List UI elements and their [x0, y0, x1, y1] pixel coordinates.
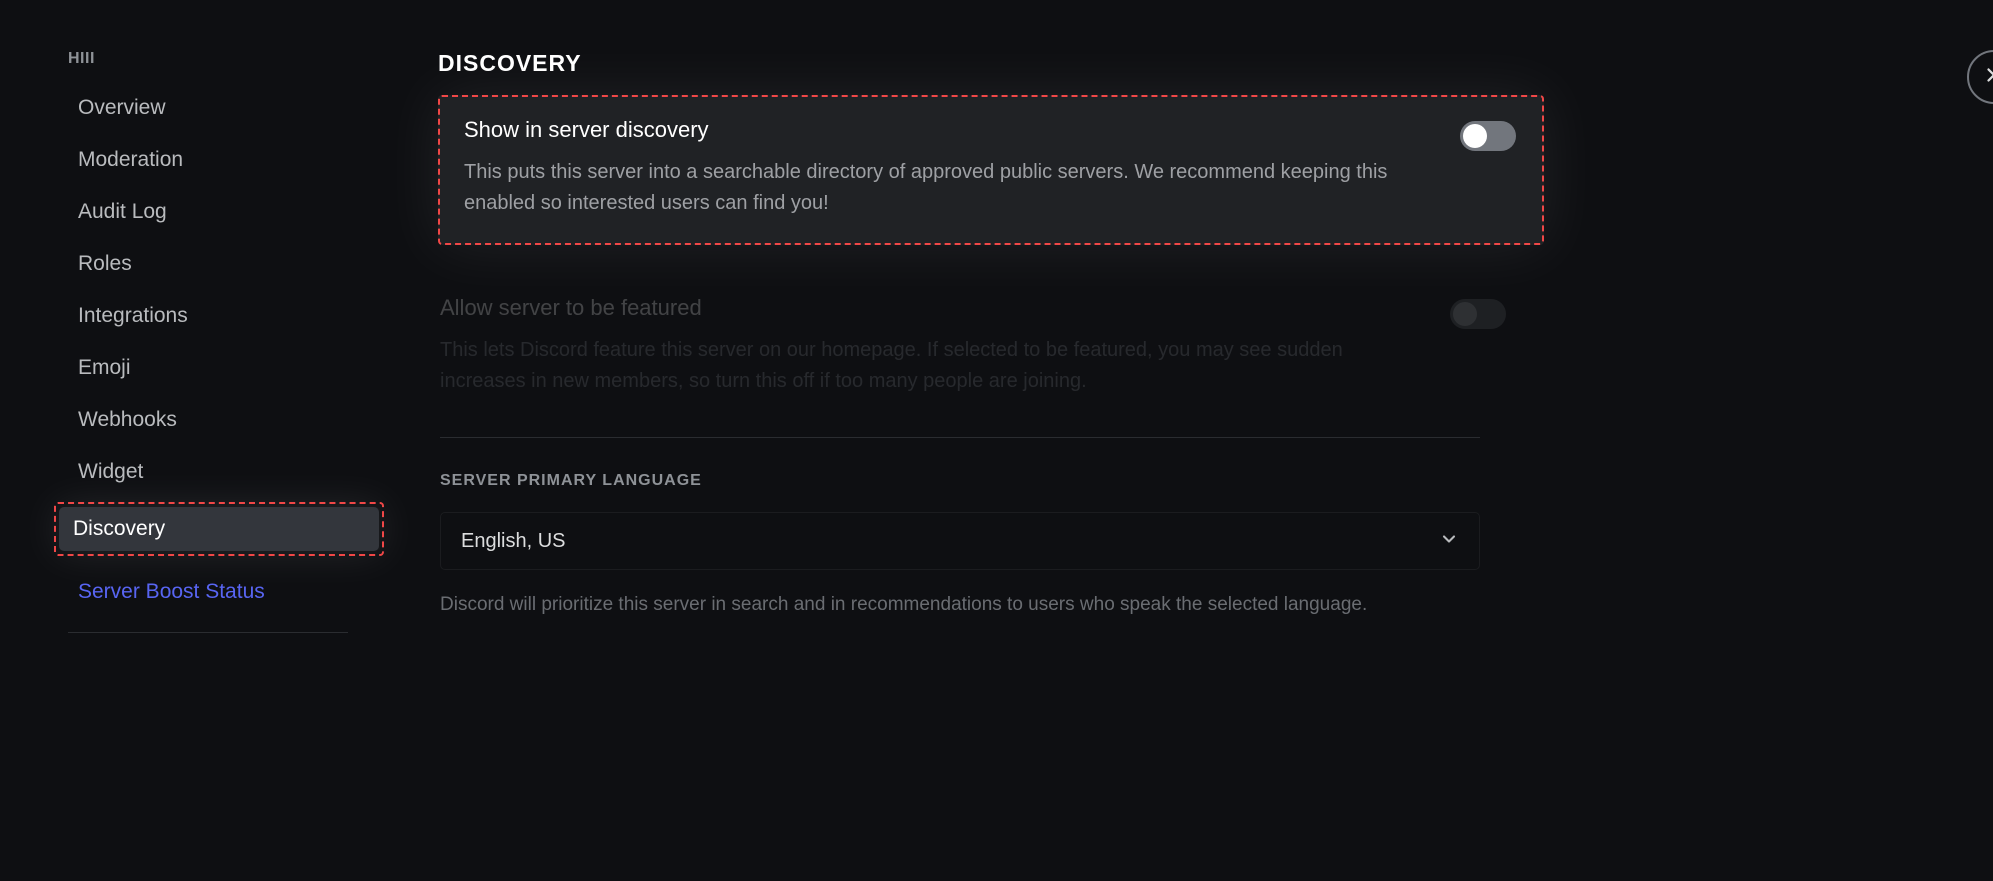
settings-sidebar: HIII Overview Moderation Audit Log Roles… — [0, 0, 380, 881]
sidebar-item-overview[interactable]: Overview — [64, 86, 354, 130]
sidebar-item-widget[interactable]: Widget — [64, 450, 354, 494]
toggle-show-in-discovery[interactable] — [1460, 121, 1516, 151]
sidebar-server-name: HIII — [64, 50, 380, 68]
setting-description: This puts this server into a searchable … — [464, 157, 1444, 219]
toggle-allow-featured[interactable] — [1450, 299, 1506, 329]
toggle-knob — [1453, 302, 1477, 326]
sidebar-item-integrations[interactable]: Integrations — [64, 294, 354, 338]
page-title: DISCOVERY — [438, 50, 1993, 77]
toggle-knob — [1463, 124, 1487, 148]
sidebar-item-moderation[interactable]: Moderation — [64, 138, 354, 182]
setting-show-in-discovery: Show in server discovery This puts this … — [464, 117, 1518, 219]
setting-allow-featured: Allow server to be featured This lets Di… — [440, 295, 1508, 397]
chevron-down-icon — [1439, 529, 1459, 554]
sidebar-item-audit-log[interactable]: Audit Log — [64, 190, 354, 234]
section-label-language: SERVER PRIMARY LANGUAGE — [440, 472, 1993, 490]
sidebar-item-emoji[interactable]: Emoji — [64, 346, 354, 390]
setting-title: Show in server discovery — [464, 117, 1518, 143]
setting-description: This lets Discord feature this server on… — [440, 335, 1420, 397]
sidebar-item-server-boost-status[interactable]: Server Boost Status — [64, 570, 354, 614]
close-icon — [1983, 64, 1993, 91]
sidebar-item-discovery[interactable]: Discovery — [59, 507, 379, 551]
highlight-discovery-tab: Discovery — [54, 502, 384, 556]
setting-title: Allow server to be featured — [440, 295, 1508, 321]
sidebar-divider — [68, 632, 348, 633]
highlight-show-discovery-card: Show in server discovery This puts this … — [438, 95, 1544, 245]
select-value: English, US — [461, 530, 566, 553]
settings-main: DISCOVERY Show in server discovery This … — [380, 0, 1993, 881]
sidebar-item-roles[interactable]: Roles — [64, 242, 354, 286]
select-primary-language[interactable]: English, US — [440, 512, 1480, 570]
help-text-language: Discord will prioritize this server in s… — [440, 594, 1993, 616]
sidebar-item-webhooks[interactable]: Webhooks — [64, 398, 354, 442]
section-divider — [440, 437, 1480, 438]
